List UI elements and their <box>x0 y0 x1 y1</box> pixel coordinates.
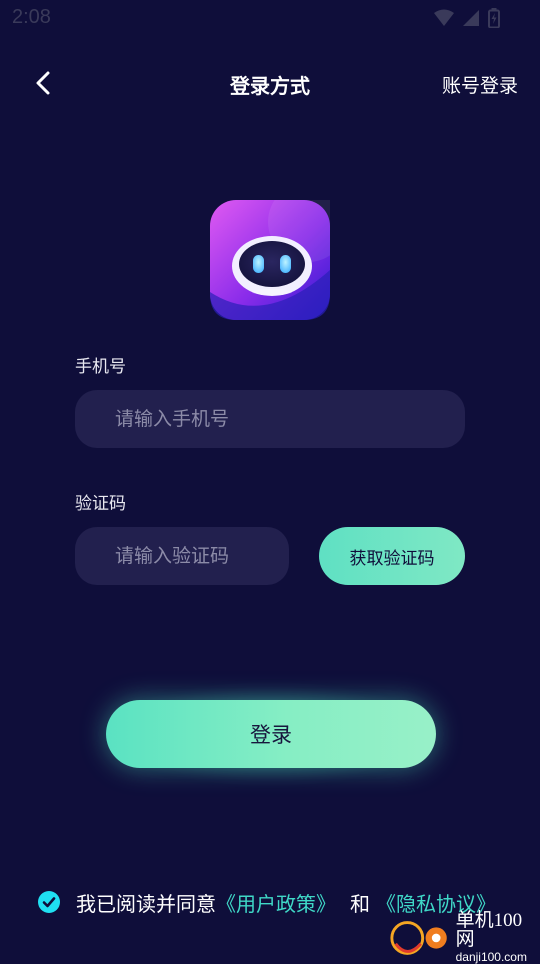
battery-icon <box>488 8 500 28</box>
watermark-brand: 单机100网 <box>455 910 523 950</box>
watermark-logo-icon <box>390 921 447 955</box>
agreement-text: 我已阅读并同意 <box>76 891 216 916</box>
code-label: 验证码 <box>75 494 126 514</box>
get-code-button[interactable]: 获取验证码 <box>319 527 465 585</box>
status-icons <box>434 8 500 28</box>
agreement-and: 和 <box>350 891 370 916</box>
phone-label: 手机号 <box>75 357 126 377</box>
code-input[interactable] <box>113 544 289 568</box>
robot-icon <box>210 182 348 320</box>
wifi-icon <box>434 9 454 26</box>
code-input-box <box>75 527 289 585</box>
app-logo <box>210 182 348 320</box>
watermark-text: 单机100网 danji100.com <box>456 911 538 963</box>
checked-circle-icon[interactable] <box>38 891 60 913</box>
nav-bar: 登录方式 账号登录 <box>0 58 540 108</box>
phone-input-box <box>75 390 465 448</box>
status-bar: 2:08 <box>0 0 540 36</box>
login-button[interactable]: 登录 <box>106 700 436 768</box>
phone-input[interactable] <box>113 407 465 431</box>
status-time: 2:08 <box>12 6 51 28</box>
watermark-domain: danji100.com <box>455 950 527 964</box>
account-login-link[interactable]: 账号登录 <box>442 71 518 98</box>
signal-icon <box>463 10 479 26</box>
watermark: 单机100网 danji100.com <box>388 911 538 963</box>
user-policy-link[interactable]: 《用户政策》 <box>216 888 336 917</box>
